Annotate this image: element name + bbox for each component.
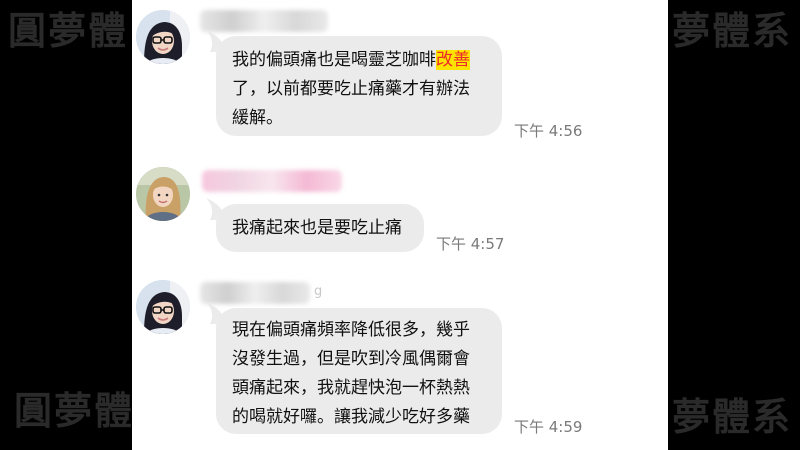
watermark-bottom-right: 夢體系 xyxy=(672,395,793,439)
sender-name-tail: g xyxy=(314,284,323,299)
timestamp: 下午 4:56 xyxy=(514,122,583,140)
message-line: 的喝就好囉。讓我減少吃好多藥 xyxy=(232,407,470,427)
avatar-woman-glasses-icon xyxy=(136,280,190,334)
message-bubble[interactable]: 我的偏頭痛也是喝靈芝咖啡改善 了，以前都要吃止痛藥才有辦法 緩解。 xyxy=(206,30,502,136)
avatar-woman-blonde-icon xyxy=(136,167,190,221)
bubble-tail-icon xyxy=(206,30,228,52)
chat-panel[interactable]: 我的偏頭痛也是喝靈芝咖啡改善 了，以前都要吃止痛藥才有辦法 緩解。 下午 4:5… xyxy=(132,0,668,450)
sender-name-redacted xyxy=(200,10,328,32)
sender-name-redacted xyxy=(202,170,342,192)
message-bubble[interactable]: 現在偏頭痛頻率降低很多，幾乎 沒發生過，但是吹到冷風偶爾會 頭痛起來，我就趕快泡… xyxy=(206,302,502,434)
bubble-tail-icon xyxy=(206,198,228,220)
message-text: 我的偏頭痛也是喝靈芝咖啡 xyxy=(232,50,436,70)
avatar[interactable] xyxy=(136,10,190,64)
message-line: 緩解。 xyxy=(232,108,283,128)
timestamp: 下午 4:59 xyxy=(514,418,583,436)
watermark-top-right: 夢體系 xyxy=(672,9,793,53)
message-line: 頭痛起來，我就趕快泡一杯熱熱 xyxy=(232,378,470,398)
sender-name-redacted xyxy=(200,282,310,304)
message-line: 現在偏頭痛頻率降低很多，幾乎 xyxy=(232,320,470,340)
avatar-woman-glasses-icon xyxy=(136,10,190,64)
watermark-top-left: 圓夢體 xyxy=(8,9,129,53)
bubble-tail-icon xyxy=(206,302,228,324)
message-line: 沒發生過，但是吹到冷風偶爾會 xyxy=(232,349,470,369)
highlighted-text: 改善 xyxy=(436,50,470,70)
avatar[interactable] xyxy=(136,280,190,334)
avatar[interactable] xyxy=(136,167,190,221)
message-bubble[interactable]: 我痛起來也是要吃止痛 xyxy=(206,198,424,252)
message-line: 了，以前都要吃止痛藥才有辦法 xyxy=(232,79,470,99)
message-text: 我痛起來也是要吃止痛 xyxy=(232,218,402,238)
watermark-bottom-left: 圓夢體 xyxy=(14,389,135,433)
timestamp: 下午 4:57 xyxy=(436,235,505,253)
message-line: 我的偏頭痛也是喝靈芝咖啡改善 xyxy=(232,46,486,75)
